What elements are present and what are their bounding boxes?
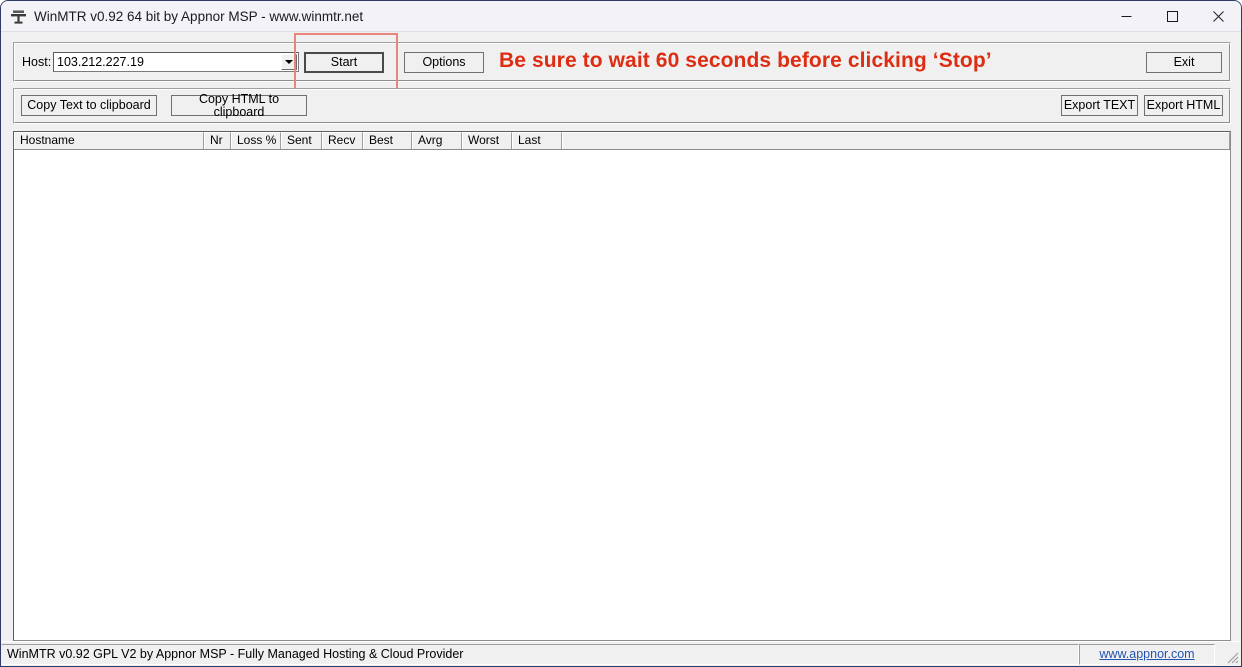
copy-html-to-clipboard-button[interactable]: Copy HTML to clipboard [171, 93, 307, 118]
export-html-button[interactable]: Export HTML [1144, 95, 1223, 116]
title-bar: WinMTR v0.92 64 bit by Appnor MSP - www.… [1, 1, 1241, 32]
table-header-row: Hostname Nr Loss % Sent Recv Best Avrg Worst Las… [14, 132, 1230, 150]
exit-button[interactable]: Exit [1146, 52, 1222, 73]
status-link-pane[interactable]: www.appnor.com [1079, 644, 1215, 665]
column-header-filler [562, 132, 1230, 149]
start-button[interactable]: Start [304, 52, 384, 73]
host-label: Host: [22, 55, 52, 69]
host-combobox[interactable] [53, 52, 299, 72]
host-input[interactable] [57, 53, 269, 71]
column-header-best[interactable]: Best [363, 132, 412, 149]
column-header-nr[interactable]: Nr [204, 132, 231, 149]
column-header-loss[interactable]: Loss % [231, 132, 281, 149]
resize-grip-icon[interactable] [1223, 648, 1239, 664]
trace-results-listview[interactable]: Hostname Nr Loss % Sent Recv Best Avrg Worst Las… [13, 131, 1231, 641]
appnor-website-link[interactable]: www.appnor.com [1099, 647, 1194, 661]
column-header-sent[interactable]: Sent [281, 132, 322, 149]
column-header-avrg[interactable]: Avrg [412, 132, 462, 149]
winmtr-app-icon [10, 8, 27, 25]
column-header-last[interactable]: Last [512, 132, 562, 149]
window-controls [1103, 1, 1241, 32]
export-text-button[interactable]: Export TEXT [1061, 95, 1138, 116]
options-button[interactable]: Options [404, 52, 484, 73]
annotation-text: Be sure to wait 60 seconds before clicki… [499, 49, 992, 72]
status-message: WinMTR v0.92 GPL V2 by Appnor MSP - Full… [1, 644, 1079, 665]
column-header-hostname[interactable]: Hostname [14, 132, 204, 149]
winmtr-window: WinMTR v0.92 64 bit by Appnor MSP - www.… [0, 0, 1242, 667]
status-bar: WinMTR v0.92 GPL V2 by Appnor MSP - Full… [1, 641, 1241, 666]
window-title: WinMTR v0.92 64 bit by Appnor MSP - www.… [34, 9, 364, 24]
column-header-worst[interactable]: Worst [462, 132, 512, 149]
close-icon[interactable] [1195, 1, 1241, 32]
column-header-recv[interactable]: Recv [322, 132, 363, 149]
chevron-down-icon[interactable] [281, 54, 297, 70]
maximize-icon[interactable] [1149, 1, 1195, 32]
minimize-icon[interactable] [1103, 1, 1149, 32]
table-body [14, 150, 1230, 640]
copy-text-to-clipboard-button[interactable]: Copy Text to clipboard [21, 95, 157, 116]
